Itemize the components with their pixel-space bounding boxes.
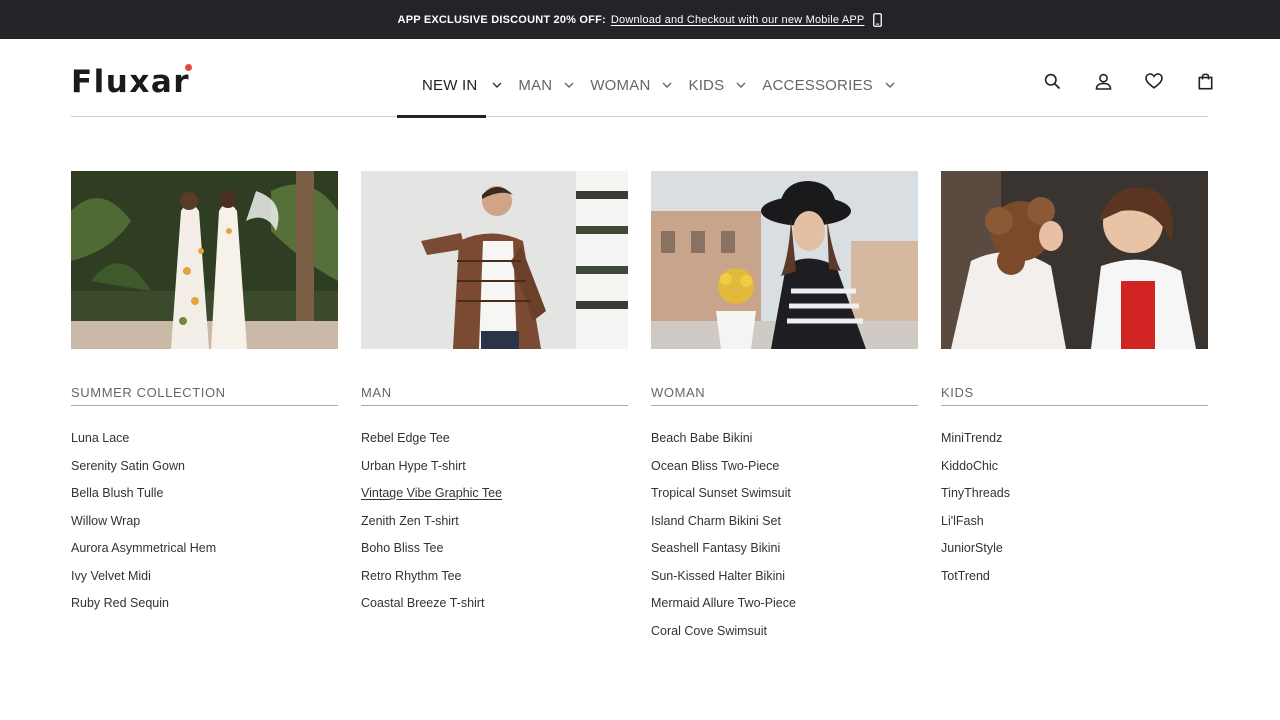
list-item[interactable]: Willow Wrap: [71, 508, 338, 536]
account-icon[interactable]: [1091, 70, 1115, 92]
shopping-bag-icon[interactable]: [1193, 70, 1217, 92]
logo[interactable]: Fluxar: [71, 62, 193, 102]
summer-collection-image[interactable]: [71, 171, 338, 349]
list-item[interactable]: Vintage Vibe Graphic Tee: [361, 480, 628, 508]
nav-new-in[interactable]: NEW IN: [410, 77, 502, 94]
man-image[interactable]: [361, 171, 628, 349]
list-item[interactable]: Li'lFash: [941, 508, 1208, 536]
list-item[interactable]: Coastal Breeze T-shirt: [361, 590, 628, 618]
chevron-down-icon: [736, 80, 746, 90]
nav-label: KIDS: [688, 76, 725, 94]
nav-woman[interactable]: WOMAN: [590, 77, 672, 94]
list-item[interactable]: Beach Babe Bikini: [651, 425, 918, 453]
nav-label: ACCESSORIES: [762, 76, 873, 94]
chevron-down-icon: [564, 80, 574, 90]
list-item[interactable]: MiniTrendz: [941, 425, 1208, 453]
menu-column-kids: KIDS MiniTrendz KiddoChic TinyThreads Li…: [941, 171, 1208, 590]
list-item[interactable]: JuniorStyle: [941, 535, 1208, 563]
chevron-down-icon: [492, 80, 502, 90]
active-nav-indicator: [397, 115, 486, 118]
nav-accessories[interactable]: ACCESSORIES: [762, 77, 895, 94]
announcement-text: APP EXCLUSIVE DISCOUNT 20% OFF:: [397, 13, 606, 26]
header-divider: [71, 116, 1208, 117]
nav-label: WOMAN: [590, 76, 651, 94]
menu-column-man: MAN Rebel Edge Tee Urban Hype T-shirt Vi…: [361, 171, 628, 618]
header-actions: [1040, 70, 1217, 92]
woman-image[interactable]: [651, 171, 918, 349]
list-item[interactable]: Retro Rhythm Tee: [361, 563, 628, 591]
list-item[interactable]: TinyThreads: [941, 480, 1208, 508]
list-item[interactable]: KiddoChic: [941, 453, 1208, 481]
column-heading[interactable]: MAN: [361, 385, 628, 406]
nav-kids[interactable]: KIDS: [688, 77, 746, 94]
menu-column-summer-collection: SUMMER COLLECTION Luna Lace Serenity Sat…: [71, 171, 338, 618]
list-item[interactable]: Zenith Zen T-shirt: [361, 508, 628, 536]
column-heading[interactable]: SUMMER COLLECTION: [71, 385, 338, 406]
logo-text: Fluxar: [71, 64, 193, 100]
column-heading[interactable]: KIDS: [941, 385, 1208, 406]
menu-column-woman: WOMAN Beach Babe Bikini Ocean Bliss Two-…: [651, 171, 918, 645]
list-item[interactable]: Boho Bliss Tee: [361, 535, 628, 563]
man-list: Rebel Edge Tee Urban Hype T-shirt Vintag…: [361, 425, 628, 618]
list-item[interactable]: Bella Blush Tulle: [71, 480, 338, 508]
search-icon[interactable]: [1040, 70, 1064, 92]
woman-list: Beach Babe Bikini Ocean Bliss Two-Piece …: [651, 425, 918, 645]
kids-image[interactable]: [941, 171, 1208, 349]
list-item[interactable]: Ocean Bliss Two-Piece: [651, 453, 918, 481]
list-item[interactable]: Aurora Asymmetrical Hem: [71, 535, 338, 563]
nav-man[interactable]: MAN: [518, 77, 574, 94]
list-item[interactable]: Tropical Sunset Swimsuit: [651, 480, 918, 508]
chevron-down-icon: [885, 80, 895, 90]
list-item[interactable]: Luna Lace: [71, 425, 338, 453]
logo-accent-dot: [185, 64, 193, 71]
list-item[interactable]: Urban Hype T-shirt: [361, 453, 628, 481]
mobile-phone-icon: [873, 12, 883, 27]
list-item[interactable]: Ivy Velvet Midi: [71, 563, 338, 591]
list-item[interactable]: Coral Cove Swimsuit: [651, 618, 918, 646]
main-nav: NEW IN MAN WOMAN KIDS ACCESSORIES: [410, 70, 911, 100]
download-app-link[interactable]: Download and Checkout with our new Mobil…: [611, 14, 865, 26]
summer-collection-list: Luna Lace Serenity Satin Gown Bella Blus…: [71, 425, 338, 618]
announcement-bar: APP EXCLUSIVE DISCOUNT 20% OFF: Download…: [0, 0, 1280, 39]
list-item[interactable]: Sun-Kissed Halter Bikini: [651, 563, 918, 591]
list-item[interactable]: Mermaid Allure Two-Piece: [651, 590, 918, 618]
nav-label: MAN: [518, 76, 553, 94]
list-item[interactable]: Seashell Fantasy Bikini: [651, 535, 918, 563]
list-item[interactable]: Island Charm Bikini Set: [651, 508, 918, 536]
list-item[interactable]: Ruby Red Sequin: [71, 590, 338, 618]
list-item[interactable]: TotTrend: [941, 563, 1208, 591]
wishlist-heart-icon[interactable]: [1142, 70, 1166, 92]
list-item[interactable]: Serenity Satin Gown: [71, 453, 338, 481]
kids-list: MiniTrendz KiddoChic TinyThreads Li'lFas…: [941, 425, 1208, 590]
column-heading[interactable]: WOMAN: [651, 385, 918, 406]
list-item[interactable]: Rebel Edge Tee: [361, 425, 628, 453]
chevron-down-icon: [662, 80, 672, 90]
logo-accent-letter: r: [173, 64, 193, 100]
nav-label: NEW IN: [422, 76, 478, 94]
